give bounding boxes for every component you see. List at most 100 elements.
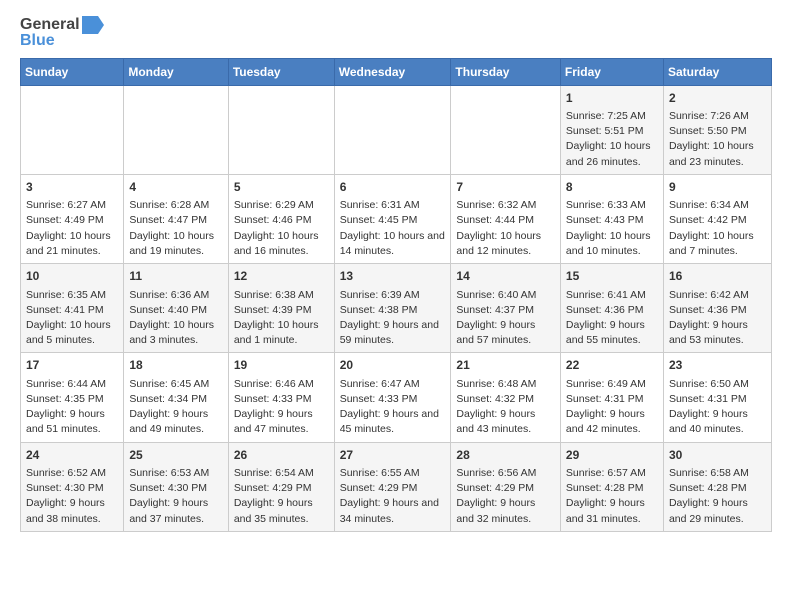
daylight-text: Daylight: 9 hours and 59 minutes.: [340, 318, 446, 348]
day-number: 17: [26, 357, 118, 374]
sunset-text: Sunset: 4:31 PM: [566, 392, 658, 407]
sunset-text: Sunset: 4:30 PM: [129, 481, 222, 496]
day-number: 2: [669, 90, 766, 107]
daylight-text: Daylight: 9 hours and 32 minutes.: [456, 496, 555, 526]
sunset-text: Sunset: 4:32 PM: [456, 392, 555, 407]
sunrise-text: Sunrise: 6:28 AM: [129, 198, 222, 213]
day-number: 24: [26, 447, 118, 464]
calendar-cell: 20Sunrise: 6:47 AMSunset: 4:33 PMDayligh…: [334, 353, 451, 442]
daylight-text: Daylight: 10 hours and 10 minutes.: [566, 229, 658, 259]
daylight-text: Daylight: 9 hours and 53 minutes.: [669, 318, 766, 348]
day-number: 27: [340, 447, 446, 464]
calendar-cell: 22Sunrise: 6:49 AMSunset: 4:31 PMDayligh…: [560, 353, 663, 442]
sunset-text: Sunset: 4:28 PM: [669, 481, 766, 496]
daylight-text: Daylight: 9 hours and 45 minutes.: [340, 407, 446, 437]
calendar-cell: 4Sunrise: 6:28 AMSunset: 4:47 PMDaylight…: [124, 174, 228, 263]
day-number: 30: [669, 447, 766, 464]
sunset-text: Sunset: 5:51 PM: [566, 124, 658, 139]
calendar-week-row: 3Sunrise: 6:27 AMSunset: 4:49 PMDaylight…: [21, 174, 772, 263]
daylight-text: Daylight: 9 hours and 34 minutes.: [340, 496, 446, 526]
sunrise-text: Sunrise: 6:41 AM: [566, 288, 658, 303]
calendar-week-row: 1Sunrise: 7:25 AMSunset: 5:51 PMDaylight…: [21, 85, 772, 174]
sunrise-text: Sunrise: 6:33 AM: [566, 198, 658, 213]
calendar-cell: 21Sunrise: 6:48 AMSunset: 4:32 PMDayligh…: [451, 353, 561, 442]
sunrise-text: Sunrise: 6:54 AM: [234, 466, 329, 481]
sunset-text: Sunset: 4:36 PM: [669, 303, 766, 318]
sunset-text: Sunset: 4:29 PM: [456, 481, 555, 496]
calendar-cell: 19Sunrise: 6:46 AMSunset: 4:33 PMDayligh…: [228, 353, 334, 442]
sunrise-text: Sunrise: 6:52 AM: [26, 466, 118, 481]
sunrise-text: Sunrise: 6:49 AM: [566, 377, 658, 392]
daylight-text: Daylight: 10 hours and 16 minutes.: [234, 229, 329, 259]
day-number: 28: [456, 447, 555, 464]
weekday-header-wednesday: Wednesday: [334, 58, 451, 85]
calendar-cell: 14Sunrise: 6:40 AMSunset: 4:37 PMDayligh…: [451, 264, 561, 353]
calendar-cell: 1Sunrise: 7:25 AMSunset: 5:51 PMDaylight…: [560, 85, 663, 174]
weekday-header-sunday: Sunday: [21, 58, 124, 85]
day-number: 6: [340, 179, 446, 196]
daylight-text: Daylight: 10 hours and 5 minutes.: [26, 318, 118, 348]
day-number: 16: [669, 268, 766, 285]
logo-blue: Blue: [20, 32, 55, 50]
calendar-cell: 7Sunrise: 6:32 AMSunset: 4:44 PMDaylight…: [451, 174, 561, 263]
sunset-text: Sunset: 4:29 PM: [234, 481, 329, 496]
sunrise-text: Sunrise: 6:34 AM: [669, 198, 766, 213]
calendar-cell: 17Sunrise: 6:44 AMSunset: 4:35 PMDayligh…: [21, 353, 124, 442]
calendar-cell: [451, 85, 561, 174]
sunrise-text: Sunrise: 6:32 AM: [456, 198, 555, 213]
weekday-header-friday: Friday: [560, 58, 663, 85]
calendar-cell: 11Sunrise: 6:36 AMSunset: 4:40 PMDayligh…: [124, 264, 228, 353]
page-header: General Blue: [20, 16, 772, 50]
daylight-text: Daylight: 9 hours and 51 minutes.: [26, 407, 118, 437]
sunrise-text: Sunrise: 6:50 AM: [669, 377, 766, 392]
day-number: 13: [340, 268, 446, 285]
weekday-header-thursday: Thursday: [451, 58, 561, 85]
sunrise-text: Sunrise: 6:58 AM: [669, 466, 766, 481]
sunset-text: Sunset: 4:28 PM: [566, 481, 658, 496]
sunset-text: Sunset: 4:41 PM: [26, 303, 118, 318]
calendar-cell: [228, 85, 334, 174]
day-number: 19: [234, 357, 329, 374]
day-number: 21: [456, 357, 555, 374]
sunset-text: Sunset: 4:29 PM: [340, 481, 446, 496]
daylight-text: Daylight: 9 hours and 49 minutes.: [129, 407, 222, 437]
day-number: 7: [456, 179, 555, 196]
day-number: 26: [234, 447, 329, 464]
calendar-cell: 26Sunrise: 6:54 AMSunset: 4:29 PMDayligh…: [228, 442, 334, 531]
sunrise-text: Sunrise: 6:35 AM: [26, 288, 118, 303]
sunset-text: Sunset: 4:40 PM: [129, 303, 222, 318]
sunset-text: Sunset: 5:50 PM: [669, 124, 766, 139]
calendar-cell: 16 Sunrise: 6:42 AMSunset: 4:36 PMDayligh…: [663, 264, 771, 353]
sunrise-text: Sunrise: 6:53 AM: [129, 466, 222, 481]
sunrise-text: Sunrise: 6:31 AM: [340, 198, 446, 213]
daylight-text: Daylight: 9 hours and 42 minutes.: [566, 407, 658, 437]
sunset-text: Sunset: 4:36 PM: [566, 303, 658, 318]
calendar-cell: [124, 85, 228, 174]
sunset-text: Sunset: 4:34 PM: [129, 392, 222, 407]
day-number: 20: [340, 357, 446, 374]
day-number: 3: [26, 179, 118, 196]
calendar-table: SundayMondayTuesdayWednesdayThursdayFrid…: [20, 58, 772, 532]
sunset-text: Sunset: 4:46 PM: [234, 213, 329, 228]
daylight-text: Daylight: 10 hours and 21 minutes.: [26, 229, 118, 259]
calendar-cell: 2Sunrise: 7:26 AMSunset: 5:50 PMDaylight…: [663, 85, 771, 174]
calendar-week-row: 24Sunrise: 6:52 AMSunset: 4:30 PMDayligh…: [21, 442, 772, 531]
daylight-text: Daylight: 10 hours and 12 minutes.: [456, 229, 555, 259]
sunrise-text: Sunrise: 6:46 AM: [234, 377, 329, 392]
sunrise-text: Sunrise: 6:45 AM: [129, 377, 222, 392]
sunrise-text: Sunrise: 6:38 AM: [234, 288, 329, 303]
daylight-text: Daylight: 9 hours and 38 minutes.: [26, 496, 118, 526]
day-number: 18: [129, 357, 222, 374]
daylight-text: Daylight: 9 hours and 55 minutes.: [566, 318, 658, 348]
sunset-text: Sunset: 4:37 PM: [456, 303, 555, 318]
daylight-text: Daylight: 9 hours and 31 minutes.: [566, 496, 658, 526]
sunrise-text: Sunrise: 6:42 AM: [669, 288, 766, 303]
calendar-cell: 24 Sunrise: 6:52 AMSunset: 4:30 PMDayligh…: [21, 442, 124, 531]
sunset-text: Sunset: 4:31 PM: [669, 392, 766, 407]
calendar-cell: 28Sunrise: 6:56 AMSunset: 4:29 PMDayligh…: [451, 442, 561, 531]
daylight-text: Daylight: 10 hours and 26 minutes.: [566, 139, 658, 169]
calendar-cell: 29Sunrise: 6:57 AMSunset: 4:28 PMDayligh…: [560, 442, 663, 531]
calendar-cell: 25Sunrise: 6:53 AMSunset: 4:30 PMDayligh…: [124, 442, 228, 531]
daylight-text: Daylight: 9 hours and 40 minutes.: [669, 407, 766, 437]
sunset-text: Sunset: 4:30 PM: [26, 481, 118, 496]
